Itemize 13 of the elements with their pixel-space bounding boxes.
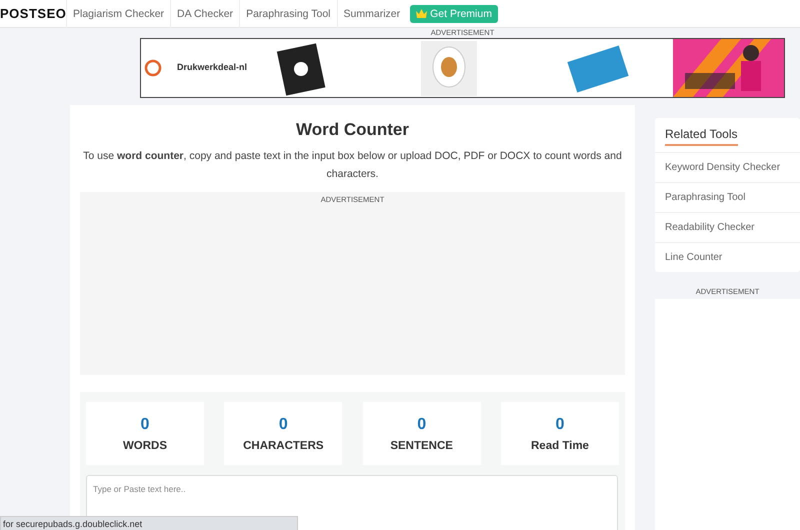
ad-brand: Drukwerkdeal-nl <box>176 62 248 72</box>
stat-value: 0 <box>278 416 288 434</box>
stat-label: Read Time <box>531 440 589 452</box>
stat-value: 0 <box>417 416 426 434</box>
card-title: Related Tools <box>665 127 738 146</box>
stat-value: 0 <box>556 416 564 434</box>
link-status-tooltip: for securepubads.g.doubleclick.net <box>0 516 298 530</box>
stat-value: 0 <box>140 416 150 434</box>
stat-label: CHARACTERS <box>243 440 324 452</box>
stat-label: WORDS <box>122 440 168 452</box>
page-title: Word Counter <box>296 120 409 140</box>
intro-text: To use word counter, copy and paste text in the input box below or upload DOC, PDF or DOCX to count words and characters. <box>82 149 623 182</box>
stat-label: SENTENCE <box>390 440 453 452</box>
